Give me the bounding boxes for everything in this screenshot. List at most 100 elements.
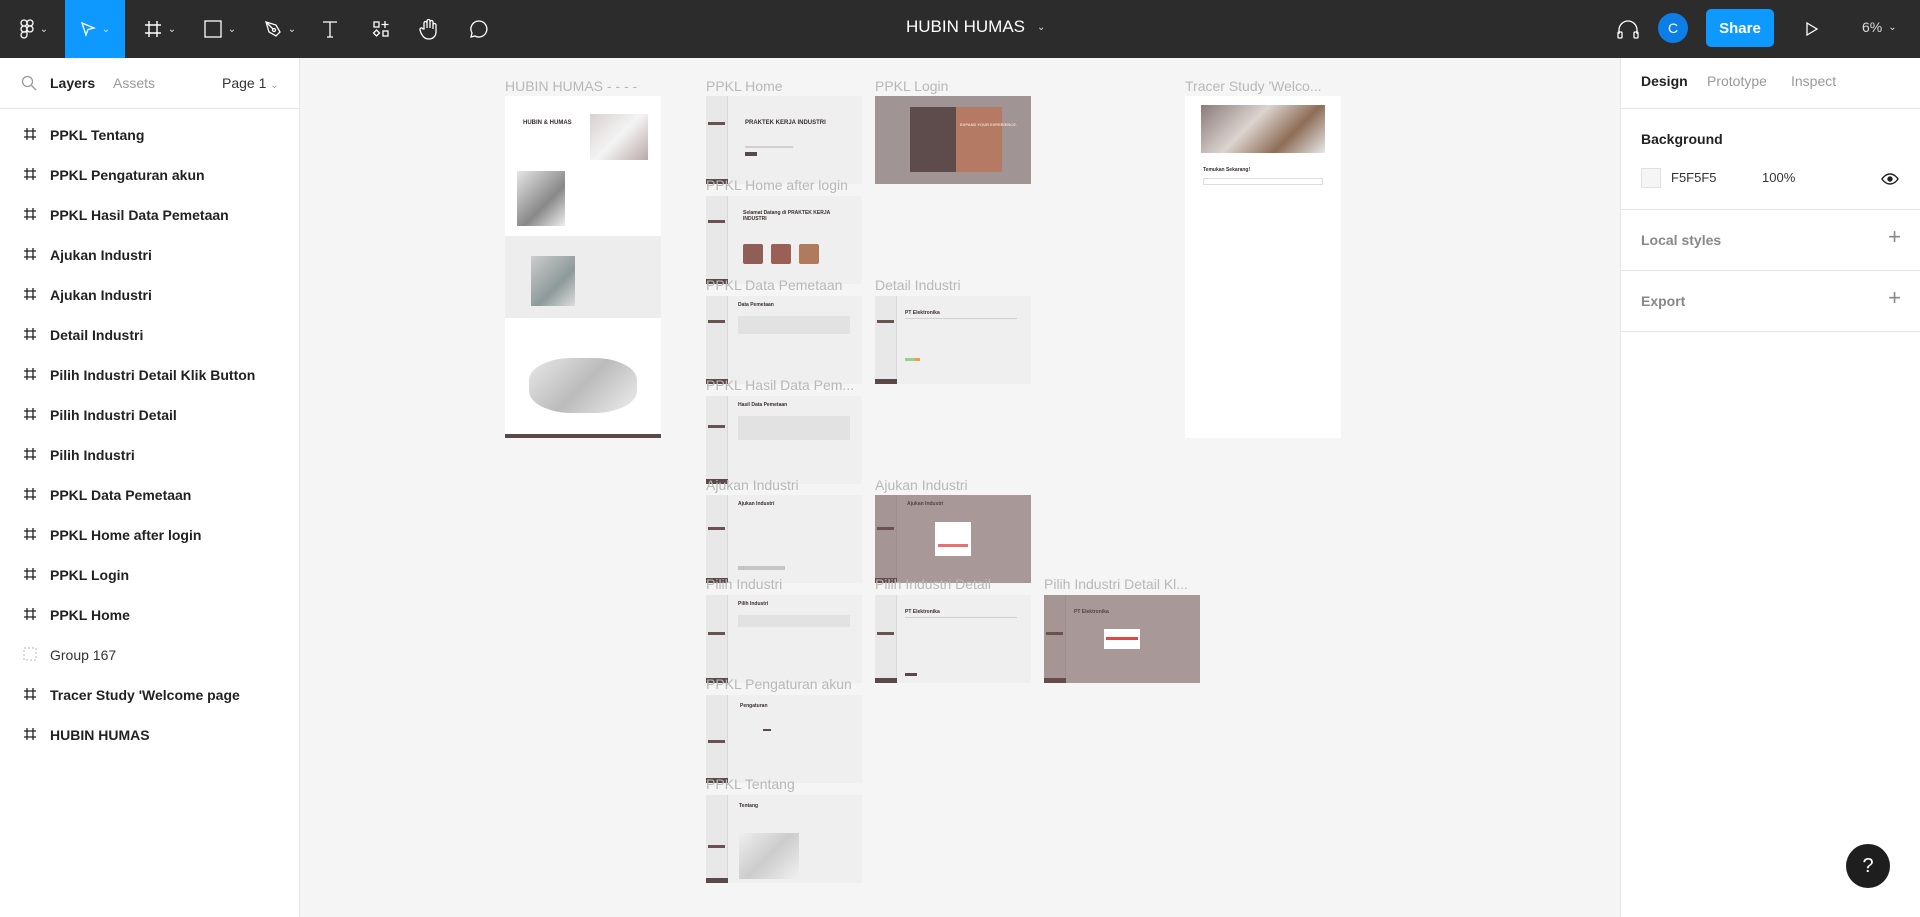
frame-pilih-industri-detail[interactable]: PT Elektronika [875, 595, 1031, 683]
resources-button[interactable] [366, 0, 396, 58]
frame-sidebar-active [708, 632, 725, 635]
frame-badge [905, 358, 915, 361]
frame-section [505, 236, 661, 318]
layer-item[interactable]: Pilih Industri [0, 435, 299, 475]
frame-tracer-study[interactable]: Temukan Sekarang! [1185, 96, 1341, 438]
layer-item[interactable]: Tracer Study 'Welcome page [0, 675, 299, 715]
share-button[interactable]: Share [1706, 9, 1774, 47]
frame-ppkl-pengaturan-akun[interactable]: Pengaturan [706, 695, 862, 783]
frame-label[interactable]: Pilih Industri [706, 576, 782, 592]
eye-icon[interactable] [1881, 173, 1899, 185]
frame-pilih-industri[interactable]: Pilih Industri [706, 595, 862, 683]
frame-label[interactable]: Ajukan Industri [875, 477, 968, 493]
frame-pilih-industri-detail-klik[interactable]: PT Elektronika [1044, 595, 1200, 683]
layer-item[interactable]: PPKL Pengaturan akun [0, 155, 299, 195]
frame-sidebar-active [877, 632, 894, 635]
frame-ppkl-home[interactable]: PRAKTEK KERJA INDUSTRI [706, 96, 862, 184]
main-menu-button[interactable]: ⌄ [14, 0, 54, 58]
layer-item[interactable]: PPKL Home [0, 595, 299, 635]
tab-layers[interactable]: Layers [50, 75, 95, 91]
frame-label[interactable]: PPKL Tentang [706, 776, 795, 792]
tab-assets[interactable]: Assets [113, 75, 155, 91]
layer-item[interactable]: Detail Industri [0, 315, 299, 355]
frame-label[interactable]: PPKL Hasil Data Pem... [706, 377, 854, 393]
layer-item[interactable]: Ajukan Industri [0, 275, 299, 315]
shape-tool-button[interactable]: ⌄ [198, 0, 242, 58]
add-export-icon[interactable]: + [1888, 285, 1901, 311]
add-local-style-icon[interactable]: + [1888, 224, 1901, 250]
layer-item[interactable]: PPKL Data Pemetaan [0, 475, 299, 515]
move-tool-button[interactable]: ⌄ [65, 0, 125, 58]
rectangle-icon [204, 20, 222, 38]
background-hex-input[interactable]: F5F5F5 [1671, 170, 1717, 185]
zoom-dropdown[interactable]: 6% ⌄ [1862, 0, 1897, 54]
help-button[interactable]: ? [1846, 844, 1890, 888]
layer-item[interactable]: Pilih Industri Detail Klik Button [0, 355, 299, 395]
frame-content-title: PT Elektronika [905, 310, 940, 316]
frame-label[interactable]: PPKL Pengaturan akun [706, 676, 852, 692]
present-button[interactable] [1800, 0, 1824, 58]
layer-label: Ajukan Industri [50, 287, 152, 303]
frame-sidebar-active [708, 740, 725, 743]
frame-icon [22, 327, 38, 343]
canvas[interactable]: HUBIN HUMAS - - - - HUBIN & HUMAS PPKL H… [300, 58, 1620, 917]
frame-sidebar-footer [875, 678, 897, 683]
frame-ajukan-industri[interactable]: Ajukan Industri [706, 495, 862, 583]
frame-label[interactable]: PPKL Login [875, 78, 948, 94]
frame-label[interactable]: Detail Industri [875, 277, 961, 293]
frame-hubin-humas[interactable]: HUBIN & HUMAS [505, 96, 661, 438]
layer-item[interactable]: PPKL Login [0, 555, 299, 595]
layer-item[interactable]: Group 167 [0, 635, 299, 675]
comment-tool-button[interactable] [464, 0, 494, 58]
layer-item[interactable]: HUBIN HUMAS [0, 715, 299, 755]
frame-detail-industri[interactable]: PT Elektronika [875, 296, 1031, 384]
layer-item[interactable]: Pilih Industri Detail [0, 395, 299, 435]
frame-icon [22, 567, 38, 583]
frame-content-title: PRAKTEK KERJA INDUSTRI [745, 120, 826, 126]
frame-table [738, 416, 850, 440]
frame-label[interactable]: PPKL Data Pemetaan [706, 277, 842, 293]
frame-ppkl-login[interactable]: EXPAND YOUR EXPERIENCE. [875, 96, 1031, 184]
login-form [910, 107, 956, 172]
search-icon[interactable] [21, 75, 37, 91]
frame-icon [22, 247, 38, 263]
background-opacity-input[interactable]: 100% [1762, 170, 1795, 185]
frame-ppkl-hasil-data-pemetaan[interactable]: Hasil Data Pemetaan [706, 396, 862, 484]
layer-item[interactable]: Ajukan Industri [0, 235, 299, 275]
text-tool-button[interactable] [316, 0, 344, 58]
frame-ppkl-data-pemetaan[interactable]: Data Pemetaan [706, 296, 862, 384]
layer-item[interactable]: PPKL Hasil Data Pemetaan [0, 195, 299, 235]
layer-label: Pilih Industri Detail Klik Button [50, 367, 256, 383]
frame-label[interactable]: PPKL Home after login [706, 177, 848, 193]
tab-prototype[interactable]: Prototype [1707, 73, 1767, 89]
frame-ajukan-industri-modal[interactable]: Ajukan Industri [875, 495, 1031, 583]
file-title-dropdown[interactable]: HUBIN HUMAS ⌄ [906, 0, 1045, 54]
frame-tool-button[interactable]: ⌄ [138, 0, 182, 58]
frame-icon [22, 207, 38, 223]
layer-item[interactable]: PPKL Home after login [0, 515, 299, 555]
hand-tool-button[interactable] [414, 0, 444, 58]
pen-tool-button[interactable]: ⌄ [258, 0, 302, 58]
tab-inspect[interactable]: Inspect [1791, 73, 1836, 89]
tab-design[interactable]: Design [1641, 73, 1688, 89]
frame-sidebar-active [877, 320, 894, 323]
frame-label[interactable]: Tracer Study 'Welco... [1185, 78, 1322, 94]
frame-label[interactable]: Ajukan Industri [706, 477, 799, 493]
components-icon [372, 21, 389, 37]
frame-label[interactable]: PPKL Home [706, 78, 783, 94]
frame-label[interactable]: Pilih Industri Detail [875, 576, 991, 592]
frame-label[interactable]: HUBIN HUMAS - - - - [505, 78, 637, 94]
frame-ppkl-home-after-login[interactable]: Selamat Datang di PRAKTEK KERJA INDUSTRI [706, 196, 862, 284]
frame-ppkl-tentang[interactable]: Tentang [706, 795, 862, 883]
frame-label[interactable]: Pilih Industri Detail Kl... [1044, 576, 1188, 592]
layer-item[interactable]: PPKL Tentang [0, 115, 299, 155]
audio-button[interactable] [1613, 0, 1643, 58]
user-avatar[interactable]: C [1658, 13, 1688, 43]
frame-sidebar [706, 96, 728, 184]
page-selector[interactable]: Page 1 ⌄ [222, 75, 279, 91]
frame-content-title: Hasil Data Pemetaan [738, 402, 788, 408]
frame-icon [22, 687, 38, 703]
frame-button [745, 152, 757, 156]
background-color-swatch[interactable] [1641, 168, 1661, 188]
text-icon [323, 21, 337, 38]
